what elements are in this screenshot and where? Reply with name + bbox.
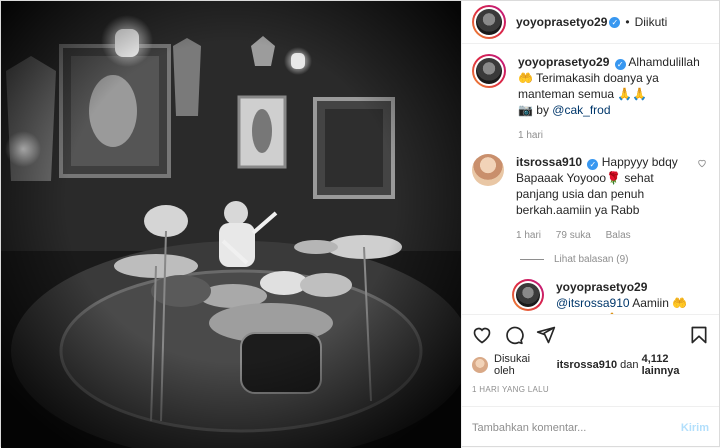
- bookmark-icon[interactable]: [689, 325, 709, 345]
- reply: yoyoprasetyo29 @itsrossa910 Aamiin 🤲 mks…: [512, 279, 707, 314]
- comment-heart-icon[interactable]: [697, 158, 707, 244]
- post-side-panel: yoyoprasetyo29 ✓ • Diikuti yoyoprasetyo2…: [461, 1, 719, 448]
- comment-input[interactable]: [472, 421, 681, 434]
- likes-user[interactable]: itsrossa910: [557, 359, 618, 371]
- likes-middle: dan: [620, 359, 639, 371]
- reply-username[interactable]: yoyoprasetyo29: [556, 280, 647, 294]
- heart-icon[interactable]: [472, 325, 492, 345]
- caption-credit-mention[interactable]: @cak_frod: [552, 103, 610, 117]
- comment-time[interactable]: 1 hari: [516, 230, 541, 241]
- reply-button[interactable]: Balas: [606, 230, 631, 241]
- share-icon[interactable]: [536, 325, 556, 345]
- comment-likes[interactable]: 79 suka: [556, 230, 591, 241]
- caption-avatar[interactable]: [472, 54, 506, 88]
- verified-badge-icon: ✓: [614, 59, 626, 70]
- post-photo[interactable]: [1, 1, 461, 448]
- header-username[interactable]: yoyoprasetyo29: [516, 15, 607, 29]
- verified-badge-icon: ✓: [609, 16, 621, 28]
- post-actions: Disukai oleh itsrossa910 dan 4,112 lainn…: [462, 314, 719, 406]
- reply-avatar[interactable]: [512, 279, 544, 311]
- reply-mention[interactable]: @itsrossa910: [556, 296, 630, 310]
- comment: itsrossa910 ✓ Happyyy bdqy Bapaaak Yoyoo…: [472, 154, 707, 244]
- comments-list[interactable]: yoyoprasetyo29 ✓ Alhamdulillah 🤲 Terimak…: [462, 44, 719, 314]
- drummer-photo-illustration: [1, 1, 461, 448]
- verified-badge-icon: ✓: [587, 159, 599, 170]
- instagram-post: yoyoprasetyo29 ✓ • Diikuti yoyoprasetyo2…: [0, 0, 720, 448]
- liker-avatar: [472, 357, 488, 373]
- post-date[interactable]: 1 HARI YANG LALU: [472, 385, 709, 406]
- follow-status-button[interactable]: Diikuti: [635, 15, 668, 29]
- author-avatar[interactable]: [472, 5, 506, 39]
- view-replies-label: Lihat balasan (9): [554, 254, 629, 265]
- post-header: yoyoprasetyo29 ✓ • Diikuti: [462, 1, 719, 44]
- post-comment-button[interactable]: Kirim: [681, 422, 709, 434]
- likes-count[interactable]: 4,112 lainnya: [642, 353, 709, 377]
- comment-icon[interactable]: [504, 325, 524, 345]
- likes-prefix: Disukai oleh: [494, 353, 531, 377]
- caption: yoyoprasetyo29 ✓ Alhamdulillah 🤲 Terimak…: [472, 54, 707, 144]
- likes-summary[interactable]: Disukai oleh itsrossa910 dan 4,112 lainn…: [472, 353, 709, 377]
- caption-username[interactable]: yoyoprasetyo29: [518, 55, 609, 69]
- caption-credit-prefix: 📷 by: [518, 103, 553, 117]
- caption-time[interactable]: 1 hari: [518, 130, 543, 141]
- header-separator: •: [625, 15, 630, 29]
- view-replies-button[interactable]: Lihat balasan (9): [520, 254, 707, 265]
- comment-username[interactable]: itsrossa910: [516, 155, 582, 169]
- comment-avatar[interactable]: [472, 154, 504, 186]
- add-comment-bar: Kirim: [462, 406, 719, 448]
